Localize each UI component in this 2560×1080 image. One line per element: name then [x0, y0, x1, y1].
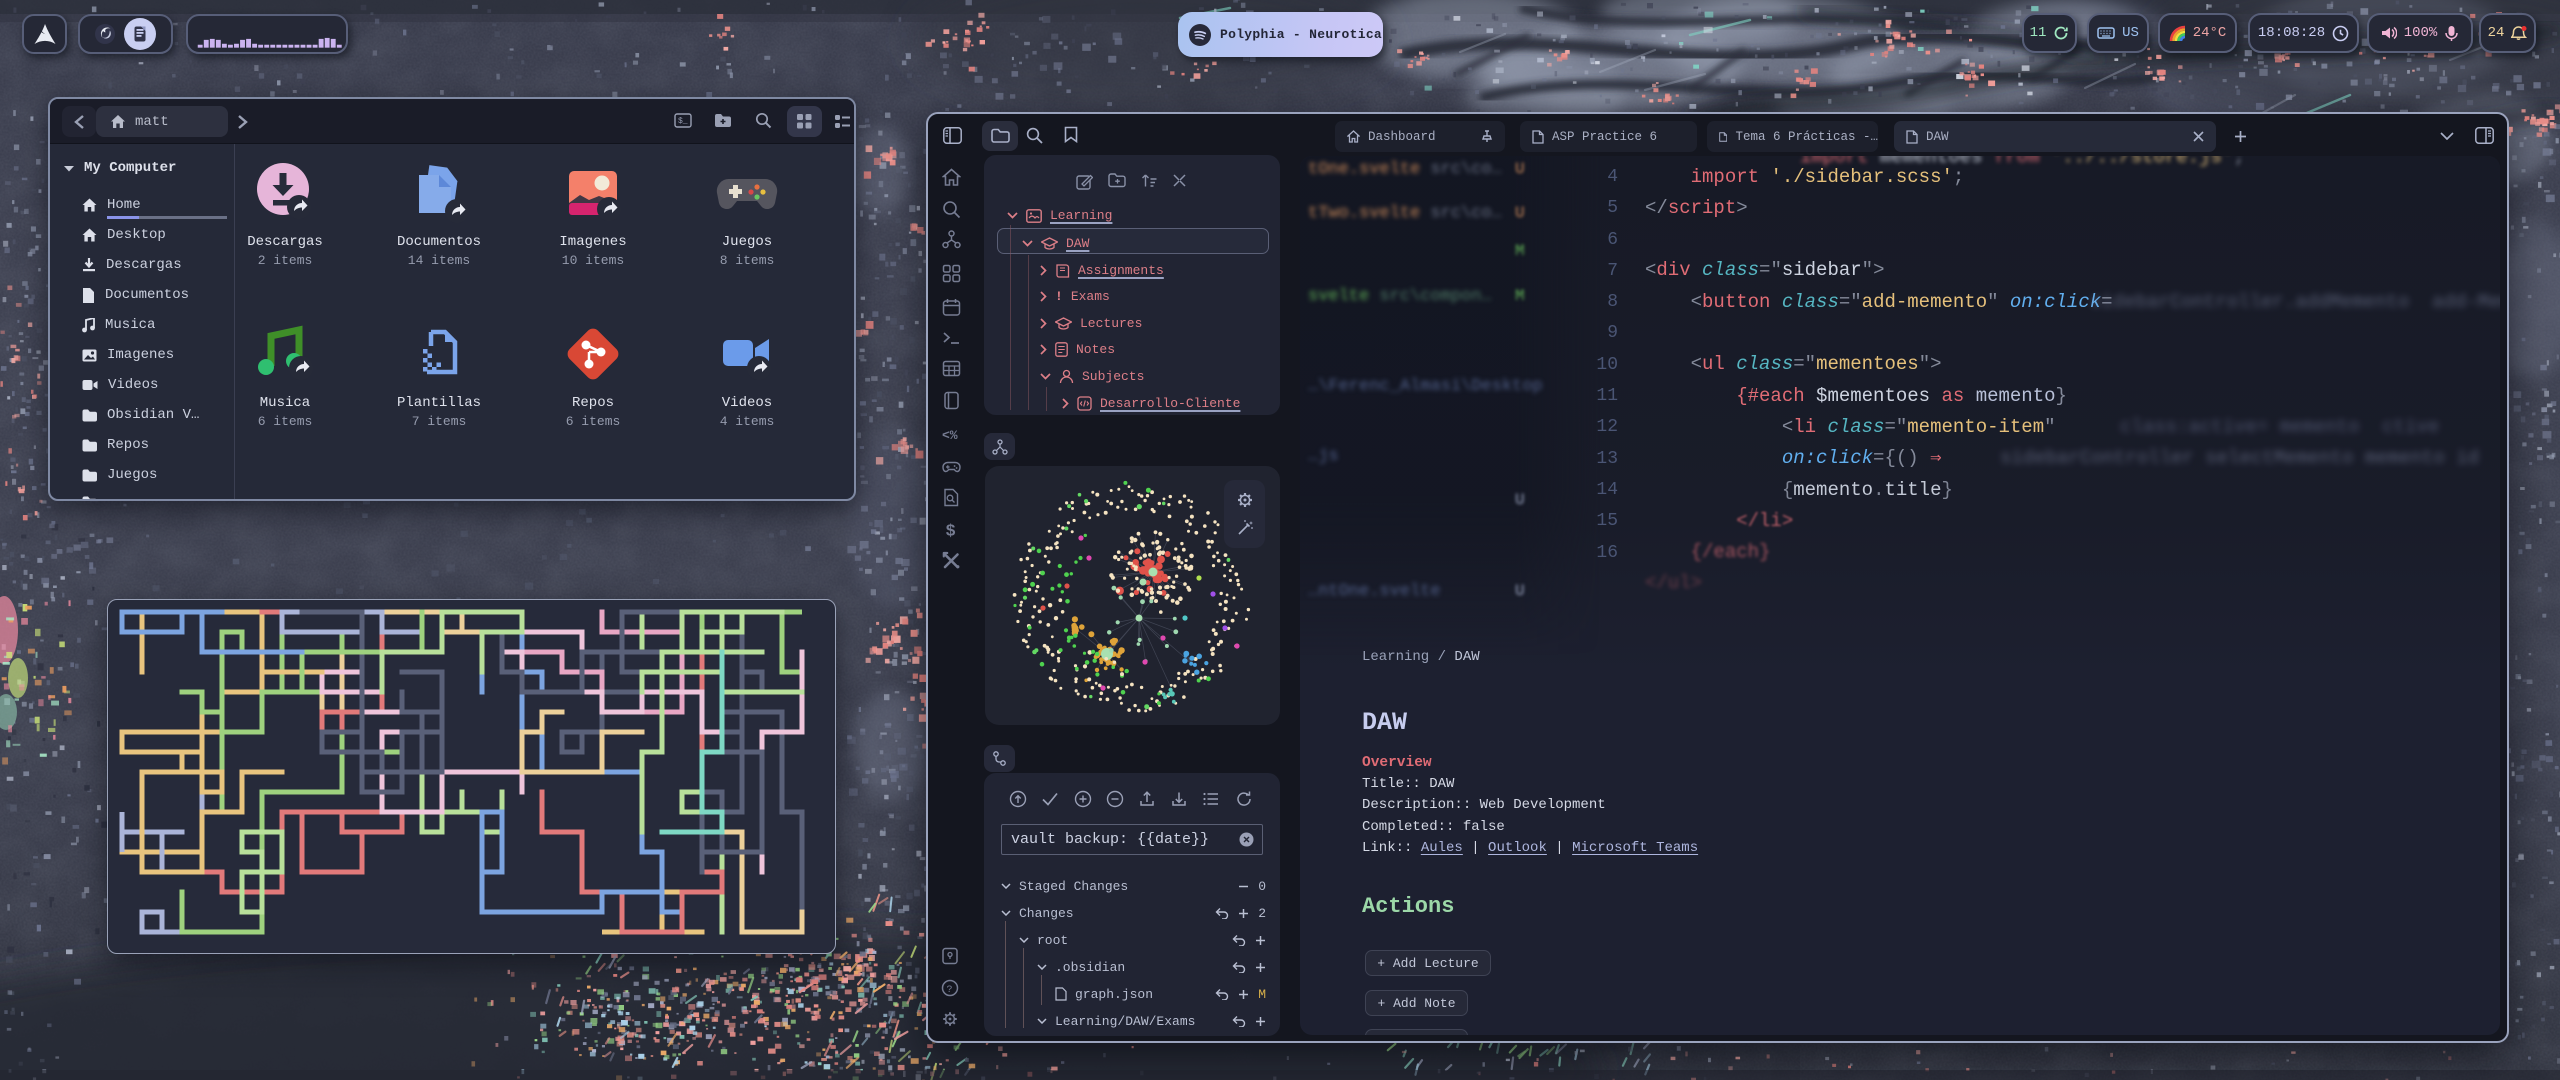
svg-text:?: ?	[947, 985, 953, 996]
svg-text:$_: $_	[678, 117, 688, 126]
svg-text:$: $	[945, 522, 955, 539]
svg-text:<%: <%	[942, 428, 958, 443]
